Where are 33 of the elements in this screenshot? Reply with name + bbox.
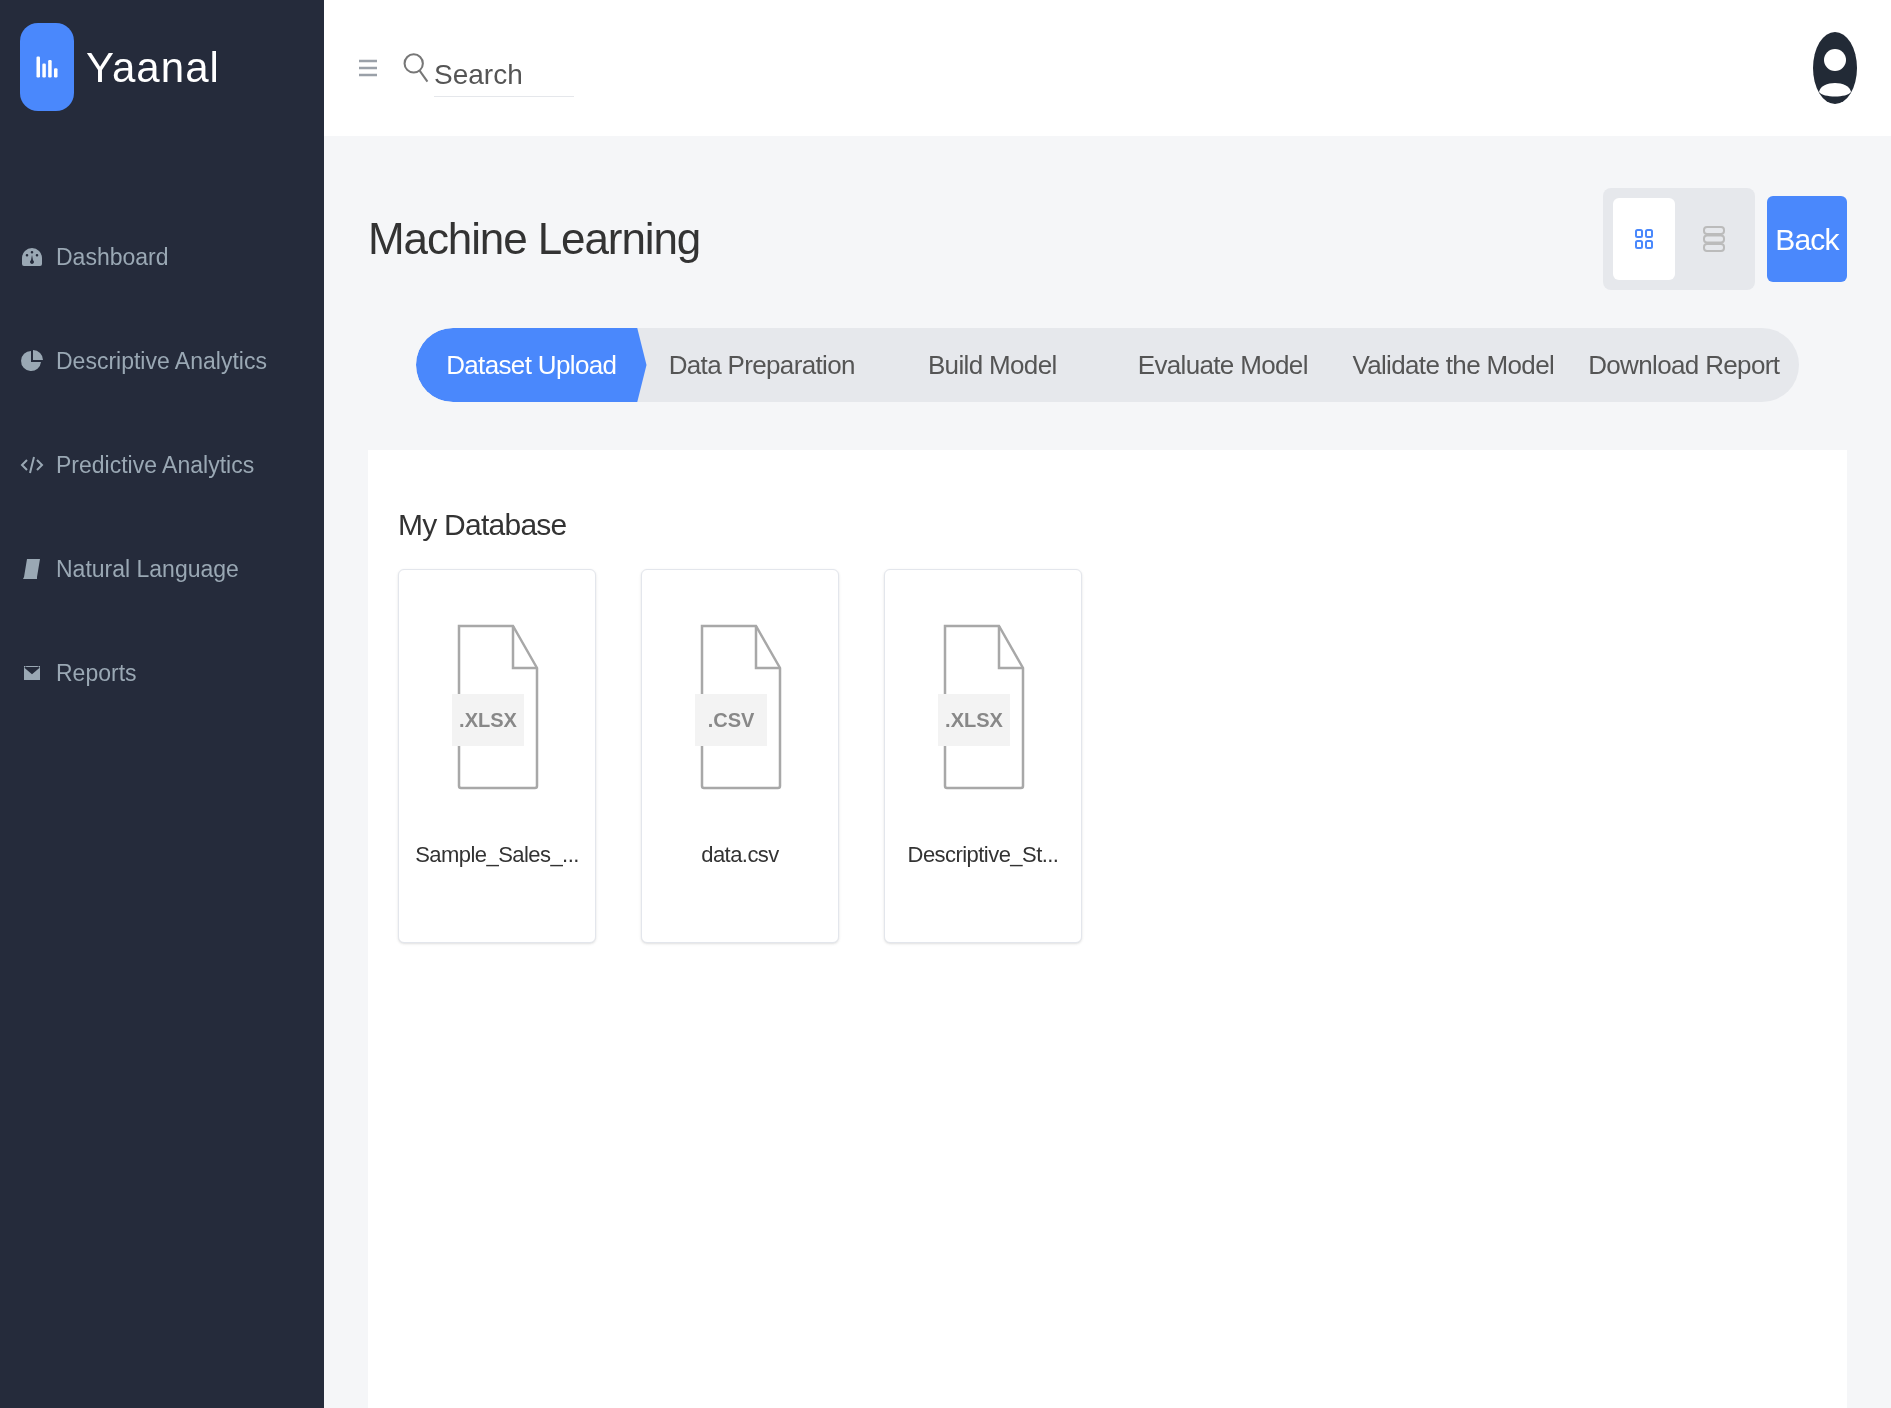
step-tab[interactable]: Evaluate Model — [1107, 328, 1338, 402]
step-tab[interactable]: Validate the Model — [1338, 328, 1569, 402]
view-toggle-button[interactable] — [1613, 198, 1675, 280]
file-card[interactable]: .CSV data.csv — [641, 569, 839, 943]
file-extension: .XLSX — [452, 694, 524, 746]
file-name: data.csv — [701, 841, 779, 869]
file-extension: .XLSX — [938, 694, 1010, 746]
section-title: My Database — [398, 507, 568, 543]
search-field[interactable]: Search — [434, 53, 574, 97]
file-name: Sample_Sales_... — [415, 841, 579, 869]
list-icon — [1702, 225, 1726, 253]
step-tab[interactable]: Dataset Upload — [416, 328, 647, 402]
speedometer-icon — [20, 245, 44, 269]
step-tab[interactable]: Download Report — [1568, 328, 1799, 402]
step-tab[interactable]: Build Model — [877, 328, 1108, 402]
file-card[interactable]: .XLSX Descriptive_St... — [884, 569, 1082, 943]
logo-icon — [20, 23, 74, 111]
sidebar-item[interactable]: Descriptive Analytics — [20, 344, 324, 378]
step-tab[interactable]: Data Preparation — [646, 328, 877, 402]
back-button[interactable]: Back — [1767, 196, 1847, 282]
grid-icon — [1634, 227, 1654, 251]
file-card[interactable]: .XLSX Sample_Sales_... — [398, 569, 596, 943]
search-icon — [402, 52, 430, 84]
brand-name: Yaanal — [86, 42, 220, 93]
sidebar-item[interactable]: Reports — [20, 656, 324, 690]
avatar-icon[interactable] — [1811, 30, 1859, 106]
page-title: Machine Learning — [368, 213, 701, 265]
file-name: Descriptive_St... — [907, 841, 1059, 869]
file-extension: .CSV — [695, 694, 767, 746]
sidebar-item[interactable]: Natural Language — [20, 552, 324, 586]
pie-chart-icon — [20, 349, 44, 373]
sidebar-item[interactable]: Dashboard — [20, 240, 324, 274]
sidebar-item[interactable]: Predictive Analytics — [20, 448, 324, 482]
